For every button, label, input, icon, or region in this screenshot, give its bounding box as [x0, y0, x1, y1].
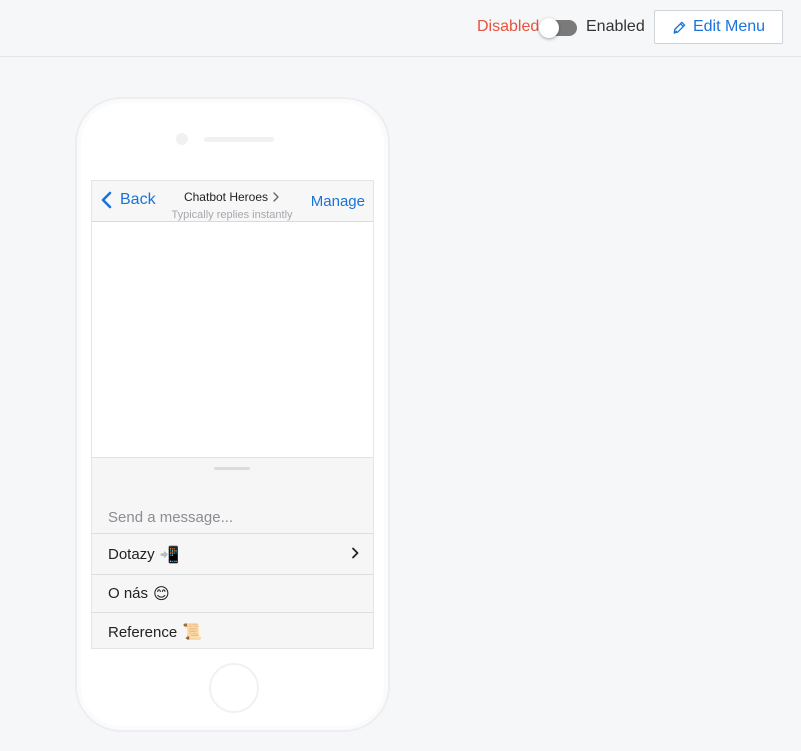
menu-item-o-nas[interactable]: O nás 😊: [92, 575, 373, 613]
chevron-right-icon: [273, 192, 279, 202]
drag-handle[interactable]: [214, 467, 250, 470]
menu-item-label: Dotazy: [108, 546, 155, 563]
smile-emoji-icon: 😊: [153, 585, 170, 603]
chevron-left-icon: [101, 191, 112, 209]
menu-item-label: O nás: [108, 585, 149, 602]
back-button[interactable]: Back: [100, 191, 156, 209]
phone-camera: [176, 133, 188, 145]
chat-subtitle: Typically replies instantly: [171, 209, 293, 221]
pen-icon: [673, 21, 686, 34]
menu-item-reference[interactable]: Reference 📜: [92, 613, 373, 648]
enabled-toggle[interactable]: [539, 18, 577, 38]
enabled-label: Enabled: [586, 18, 645, 35]
back-label: Back: [120, 191, 156, 208]
menu-item-dotazy[interactable]: Dotazy 📲: [92, 535, 373, 575]
scroll-emoji-icon: 📜: [182, 624, 203, 641]
phone-emoji-icon: 📲: [159, 546, 180, 564]
edit-menu-button[interactable]: Edit Menu: [654, 10, 783, 44]
phone-speaker: [204, 137, 274, 142]
toggle-knob: [539, 18, 559, 38]
messenger-preview-screen: Back Chatbot Heroes Typically replies in…: [91, 180, 374, 649]
chat-title: Chatbot Heroes: [183, 190, 269, 204]
chevron-right-icon: [352, 547, 359, 559]
chat-title-block[interactable]: Chatbot Heroes Typically replies instant…: [162, 188, 302, 221]
composer-panel: Dotazy 📲 O nás 😊 Reference 📜: [92, 457, 373, 648]
conversation-area: [92, 222, 373, 457]
manage-button[interactable]: Manage: [311, 193, 365, 210]
edit-menu-label: Edit Menu: [692, 18, 766, 35]
message-input[interactable]: [92, 502, 373, 534]
top-bar: Disabled Enabled Edit Menu: [0, 0, 801, 57]
chat-header: Back Chatbot Heroes Typically replies in…: [92, 181, 373, 222]
menu-item-label: Reference: [108, 623, 178, 641]
phone-home-button: [209, 663, 259, 713]
disabled-label: Disabled: [477, 18, 540, 35]
